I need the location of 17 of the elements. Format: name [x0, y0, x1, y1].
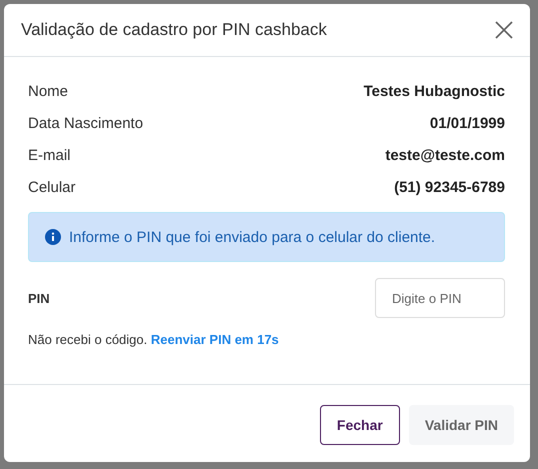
field-label: Celular	[28, 178, 76, 196]
field-value: (51) 92345-6789	[394, 178, 505, 196]
field-label: Nome	[28, 82, 68, 100]
field-value: Testes Hubagnostic	[364, 82, 505, 100]
field-value: teste@teste.com	[385, 146, 505, 164]
resend-link[interactable]: Reenviar PIN em 17s	[150, 332, 279, 347]
dialog-title: Validação de cadastro por PIN cashback	[21, 20, 327, 40]
close-button[interactable]: Fechar	[320, 405, 400, 445]
field-label: Data Nascimento	[28, 114, 144, 132]
pin-label: PIN	[28, 290, 50, 306]
field-label: E-mail	[28, 146, 71, 164]
pin-field[interactable]: Digite o PIN	[375, 278, 505, 318]
alert-text: Informe o PIN que foi enviado para o celular do cliente.	[69, 228, 436, 246]
close-button[interactable]	[494, 20, 514, 40]
resend-text: Não recebi o código. Reenviar PIN em 17s	[28, 332, 280, 347]
info-icon	[45, 229, 61, 245]
field-value: 01/01/1999	[430, 114, 505, 132]
